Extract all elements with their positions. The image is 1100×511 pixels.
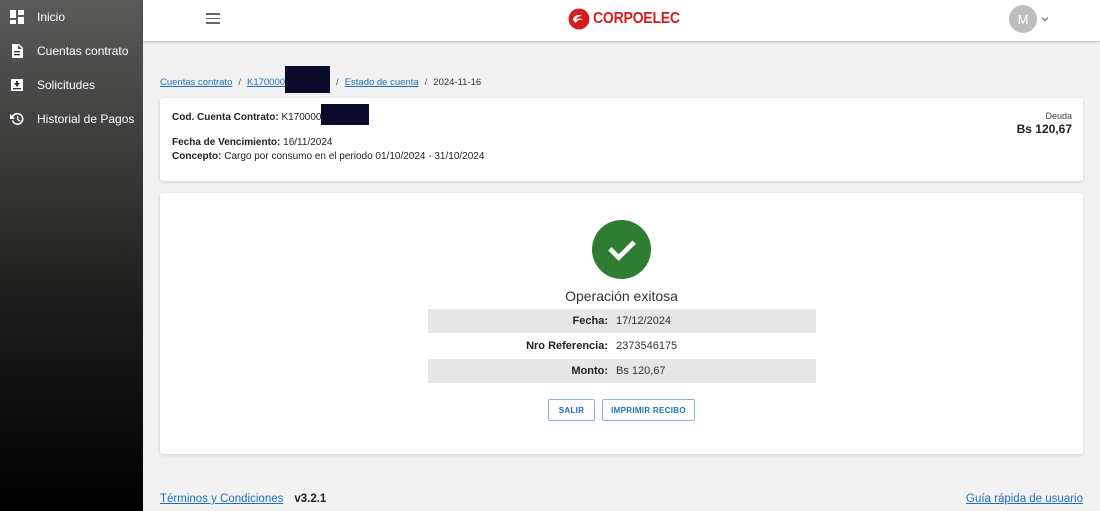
account-line: Cod. Cuenta Contrato: K170000: [172, 104, 370, 125]
sidebar-item-label: Inicio: [37, 10, 66, 24]
result-label: Fecha:: [572, 315, 608, 327]
menu-icon[interactable]: [206, 13, 220, 25]
result-value: 17/12/2024: [616, 315, 672, 327]
user-menu[interactable]: M: [1009, 5, 1049, 33]
account-summary-card: Cod. Cuenta Contrato: K170000 Fecha de V…: [160, 98, 1083, 181]
account-value: K170000: [281, 112, 322, 124]
history-icon: [10, 112, 24, 126]
inbox-icon: [10, 78, 24, 92]
debt-summary: Deuda Bs 120,67: [1017, 111, 1072, 136]
print-receipt-button[interactable]: IMPRIMIR RECIBO: [602, 399, 695, 421]
sidebar-item-label: Solicitudes: [37, 78, 96, 92]
sidebar: Inicio Cuentas contrato Solicitudes Hist…: [0, 0, 143, 511]
breadcrumb-separator: /: [424, 77, 428, 88]
sidebar-item-cuentas-contrato[interactable]: Cuentas contrato: [0, 34, 143, 68]
redaction-block: [285, 66, 331, 93]
account-label: Cod. Cuenta Contrato:: [172, 112, 279, 124]
brand-name: CORPOELEC: [593, 10, 680, 27]
concept-label: Concepto:: [172, 151, 222, 162]
concept-value: Cargo por consumo en el periodo 01/10/20…: [224, 151, 485, 162]
result-label: Monto:: [571, 365, 608, 377]
exit-button[interactable]: SALIR: [548, 399, 595, 421]
redaction-block: [321, 104, 370, 125]
breadcrumb: Cuentas contrato / K170000 / Estado de c…: [160, 66, 482, 93]
result-row-monto: Monto: Bs 120,67: [428, 359, 816, 383]
debt-label: Deuda: [1045, 111, 1072, 121]
success-title: Operación exitosa: [565, 288, 678, 304]
breadcrumb-separator: /: [336, 77, 339, 88]
app-version: v3.2.1: [294, 493, 327, 505]
result-value: Bs 120,67: [616, 365, 666, 377]
result-label: Nro Referencia:: [526, 340, 608, 352]
brand-logo: CORPOELEC: [568, 8, 692, 30]
due-date-label: Fecha de Vencimiento:: [172, 137, 281, 148]
terms-link[interactable]: Términos y Condiciones: [160, 493, 283, 505]
sidebar-item-label: Cuentas contrato: [37, 44, 129, 58]
debt-amount: Bs 120,67: [1016, 122, 1072, 136]
result-row-referencia: Nro Referencia: 2373546175: [428, 334, 816, 358]
avatar[interactable]: M: [1009, 5, 1037, 33]
concept-line: Concepto: Cargo por consumo en el period…: [172, 151, 484, 162]
sidebar-item-label: Historial de Pagos: [37, 112, 135, 126]
breadcrumb-separator: /: [238, 77, 241, 88]
user-guide-link[interactable]: Guía rápida de usuario: [966, 493, 1083, 505]
top-bar: CORPOELEC M: [143, 0, 1100, 41]
sidebar-item-inicio[interactable]: Inicio: [0, 0, 143, 34]
breadcrumb-cuentas-contrato[interactable]: Cuentas contrato: [160, 77, 232, 88]
success-check-icon: [592, 220, 651, 279]
chevron-down-icon: [1041, 17, 1049, 22]
breadcrumb-current: 2024-11-16: [433, 77, 482, 88]
payment-result-card: Operación exitosa Fecha: 17/12/2024 Nro …: [160, 193, 1083, 454]
due-date-line: Fecha de Vencimiento: 16/11/2024: [172, 137, 332, 148]
corpoelec-logo-icon: [568, 8, 590, 30]
document-icon: [10, 44, 24, 58]
footer: Términos y Condiciones v3.2.1: [160, 493, 326, 505]
due-date-value: 16/11/2024: [283, 137, 333, 148]
sidebar-item-historial-de-pagos[interactable]: Historial de Pagos: [0, 102, 143, 136]
result-row-fecha: Fecha: 17/12/2024: [428, 309, 816, 333]
dashboard-icon: [10, 10, 24, 24]
breadcrumb-estado-de-cuenta[interactable]: Estado de cuenta: [345, 77, 419, 88]
sidebar-item-solicitudes[interactable]: Solicitudes: [0, 68, 143, 102]
result-value: 2373546175: [616, 340, 678, 352]
breadcrumb-account[interactable]: K170000: [247, 77, 285, 88]
